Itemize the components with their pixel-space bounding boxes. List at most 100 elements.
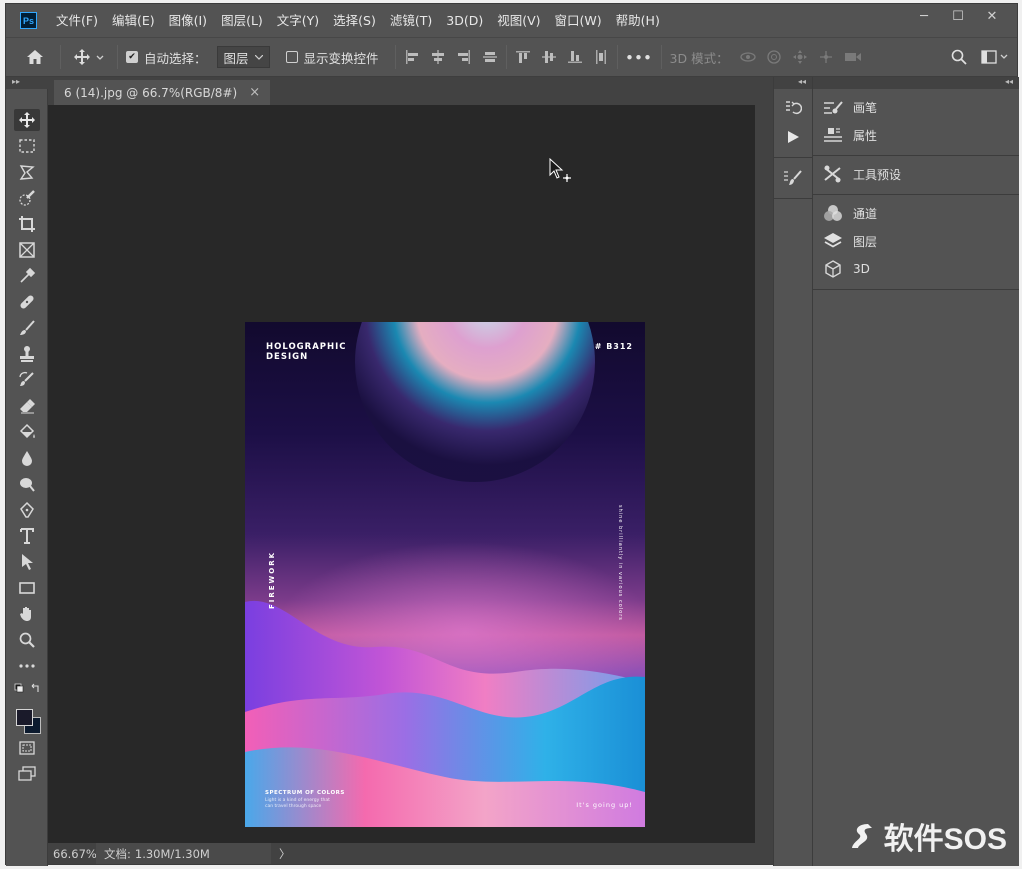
artwork-side-right: shine brilliantly in various colors <box>617 505 623 621</box>
dodge-tool-icon[interactable] <box>14 473 40 495</box>
clone-stamp-tool-icon[interactable] <box>14 343 40 365</box>
distribute-icon[interactable] <box>593 49 609 65</box>
search-icon[interactable] <box>951 49 967 65</box>
window-controls: ─ ☐ ✕ <box>907 4 1009 28</box>
auto-select-checkbox[interactable]: ✔ <box>126 51 138 63</box>
foreground-color-swatch[interactable] <box>16 709 33 726</box>
home-icon[interactable] <box>18 43 52 71</box>
artwork-graphic <box>245 322 645 827</box>
menu-help[interactable]: 帮助(H) <box>609 4 667 37</box>
menu-window[interactable]: 窗口(W) <box>548 4 609 37</box>
history-panel-icon[interactable] <box>774 95 812 123</box>
panel-group-3: 通道 图层 3D <box>813 195 1019 290</box>
brushes-panel-icon[interactable] <box>774 164 812 192</box>
screen-mode-icon[interactable] <box>14 763 40 785</box>
menu-bar: Ps 文件(F) 编辑(E) 图像(I) 图层(L) 文字(Y) 选择(S) 滤… <box>6 4 1017 37</box>
menu-layer[interactable]: 图层(L) <box>214 4 270 37</box>
status-menu-arrow[interactable]: 〉 <box>279 846 291 862</box>
more-options-button[interactable]: ••• <box>626 50 653 65</box>
align-right-icon[interactable] <box>456 49 472 65</box>
panel-properties[interactable]: 属性 <box>813 121 1019 149</box>
menu-select[interactable]: 选择(S) <box>326 4 383 37</box>
align-vcenter-icon[interactable] <box>482 49 498 65</box>
quick-mask-icon[interactable] <box>14 737 40 759</box>
canvas-area[interactable]: HOLOGRAPHIC DESIGN # B312 FIREWORK shine… <box>48 105 755 843</box>
3d-orbit-icon[interactable] <box>739 49 757 65</box>
brush-tool-icon[interactable] <box>14 317 40 339</box>
zoom-level[interactable]: 66.67% <box>48 847 97 861</box>
3d-mode-tools <box>739 49 863 65</box>
3d-roll-icon[interactable] <box>765 49 783 65</box>
menu-file[interactable]: 文件(F) <box>49 4 105 37</box>
3d-icon <box>825 260 841 278</box>
crop-tool-icon[interactable] <box>14 213 40 235</box>
align-bottom-icon[interactable] <box>567 49 583 65</box>
3d-slide-icon[interactable] <box>817 49 835 65</box>
hand-tool-icon[interactable] <box>14 603 40 625</box>
panel-tool-presets[interactable]: 工具预设 <box>813 160 1019 188</box>
close-button[interactable]: ✕ <box>975 4 1009 28</box>
doc-size-label: 文档: <box>104 846 131 861</box>
watermark: 软件SOS <box>848 814 1007 858</box>
document-tab[interactable]: 6 (14).jpg @ 66.7%(RGB/8#) × <box>54 80 271 105</box>
auto-select-dropdown[interactable]: 图层 <box>216 46 270 68</box>
type-tool-icon[interactable] <box>14 525 40 547</box>
menu-filter[interactable]: 滤镜(T) <box>383 4 439 37</box>
panel-channels[interactable]: 通道 <box>813 199 1019 227</box>
actions-play-icon[interactable] <box>774 123 812 151</box>
artwork-footer-line1: Light is a kind of energy that <box>265 798 330 803</box>
options-bar: ✔ 自动选择： 图层 显示变换控件 ••• 3D 模式： <box>6 37 1017 77</box>
close-tab-icon[interactable]: × <box>249 85 260 100</box>
show-transform-checkbox[interactable] <box>285 51 298 63</box>
workspace-switcher-icon[interactable] <box>981 49 1009 65</box>
menu-3d[interactable]: 3D(D) <box>439 4 490 37</box>
color-picker-swatches <box>16 709 42 735</box>
status-bar: 66.67% 文档: 1.30M/1.30M 〉 <box>48 843 773 864</box>
document-info: 文档: 1.30M/1.30M <box>96 843 271 864</box>
pen-tool-icon[interactable] <box>14 499 40 521</box>
toolbar-grip[interactable]: ▸▸ <box>6 77 48 89</box>
document-canvas-image[interactable]: HOLOGRAPHIC DESIGN # B312 FIREWORK shine… <box>245 322 645 827</box>
align-group <box>404 49 498 65</box>
minimize-button[interactable]: ─ <box>907 4 941 28</box>
maximize-button[interactable]: ☐ <box>941 4 975 28</box>
doc-size-value: 1.30M/1.30M <box>134 846 210 861</box>
eraser-tool-icon[interactable] <box>14 395 40 417</box>
collapsed-panel-grip[interactable]: ◂◂ <box>774 77 812 89</box>
panel-dock-grip[interactable]: ◂◂ <box>813 77 1019 89</box>
path-selection-tool-icon[interactable] <box>14 551 40 573</box>
quick-selection-tool-icon[interactable] <box>14 187 40 209</box>
align-middle-icon[interactable] <box>541 49 557 65</box>
panel-group-2: 工具预设 <box>813 156 1019 195</box>
menu-type[interactable]: 文字(Y) <box>270 4 326 37</box>
panel-brush-settings[interactable]: 画笔 <box>813 93 1019 121</box>
vertical-scrollbar[interactable] <box>755 105 773 843</box>
marquee-tool-icon[interactable] <box>14 135 40 157</box>
zoom-tool-icon[interactable] <box>14 629 40 651</box>
photoshop-window: Ps 文件(F) 编辑(E) 图像(I) 图层(L) 文字(Y) 选择(S) 滤… <box>5 3 1019 866</box>
3d-camera-icon[interactable] <box>843 49 863 65</box>
move-tool-preset-icon[interactable] <box>69 43 109 71</box>
eyedropper-tool-icon[interactable] <box>14 265 40 287</box>
align-top-icon[interactable] <box>515 49 531 65</box>
edit-toolbar-icon[interactable] <box>14 655 40 677</box>
frame-tool-icon[interactable] <box>14 239 40 261</box>
menu-edit[interactable]: 编辑(E) <box>105 4 162 37</box>
app-logo-icon[interactable]: Ps <box>20 12 37 29</box>
align-left-icon[interactable] <box>404 49 420 65</box>
panel-layers[interactable]: 图层 <box>813 227 1019 255</box>
menu-image[interactable]: 图像(I) <box>162 4 214 37</box>
move-tool-icon[interactable] <box>14 109 40 131</box>
blur-tool-icon[interactable] <box>14 447 40 469</box>
show-transform-label: 显示变换控件 <box>303 50 379 66</box>
healing-brush-tool-icon[interactable] <box>14 291 40 313</box>
history-brush-tool-icon[interactable] <box>14 369 40 391</box>
panel-3d[interactable]: 3D <box>813 255 1019 283</box>
swap-colors-icon[interactable] <box>31 683 39 692</box>
align-hcenter-icon[interactable] <box>430 49 446 65</box>
paint-bucket-tool-icon[interactable] <box>14 421 40 443</box>
rectangle-tool-icon[interactable] <box>14 577 40 599</box>
3d-pan-icon[interactable] <box>791 49 809 65</box>
menu-view[interactable]: 视图(V) <box>490 4 547 37</box>
lasso-tool-icon[interactable] <box>14 161 40 183</box>
